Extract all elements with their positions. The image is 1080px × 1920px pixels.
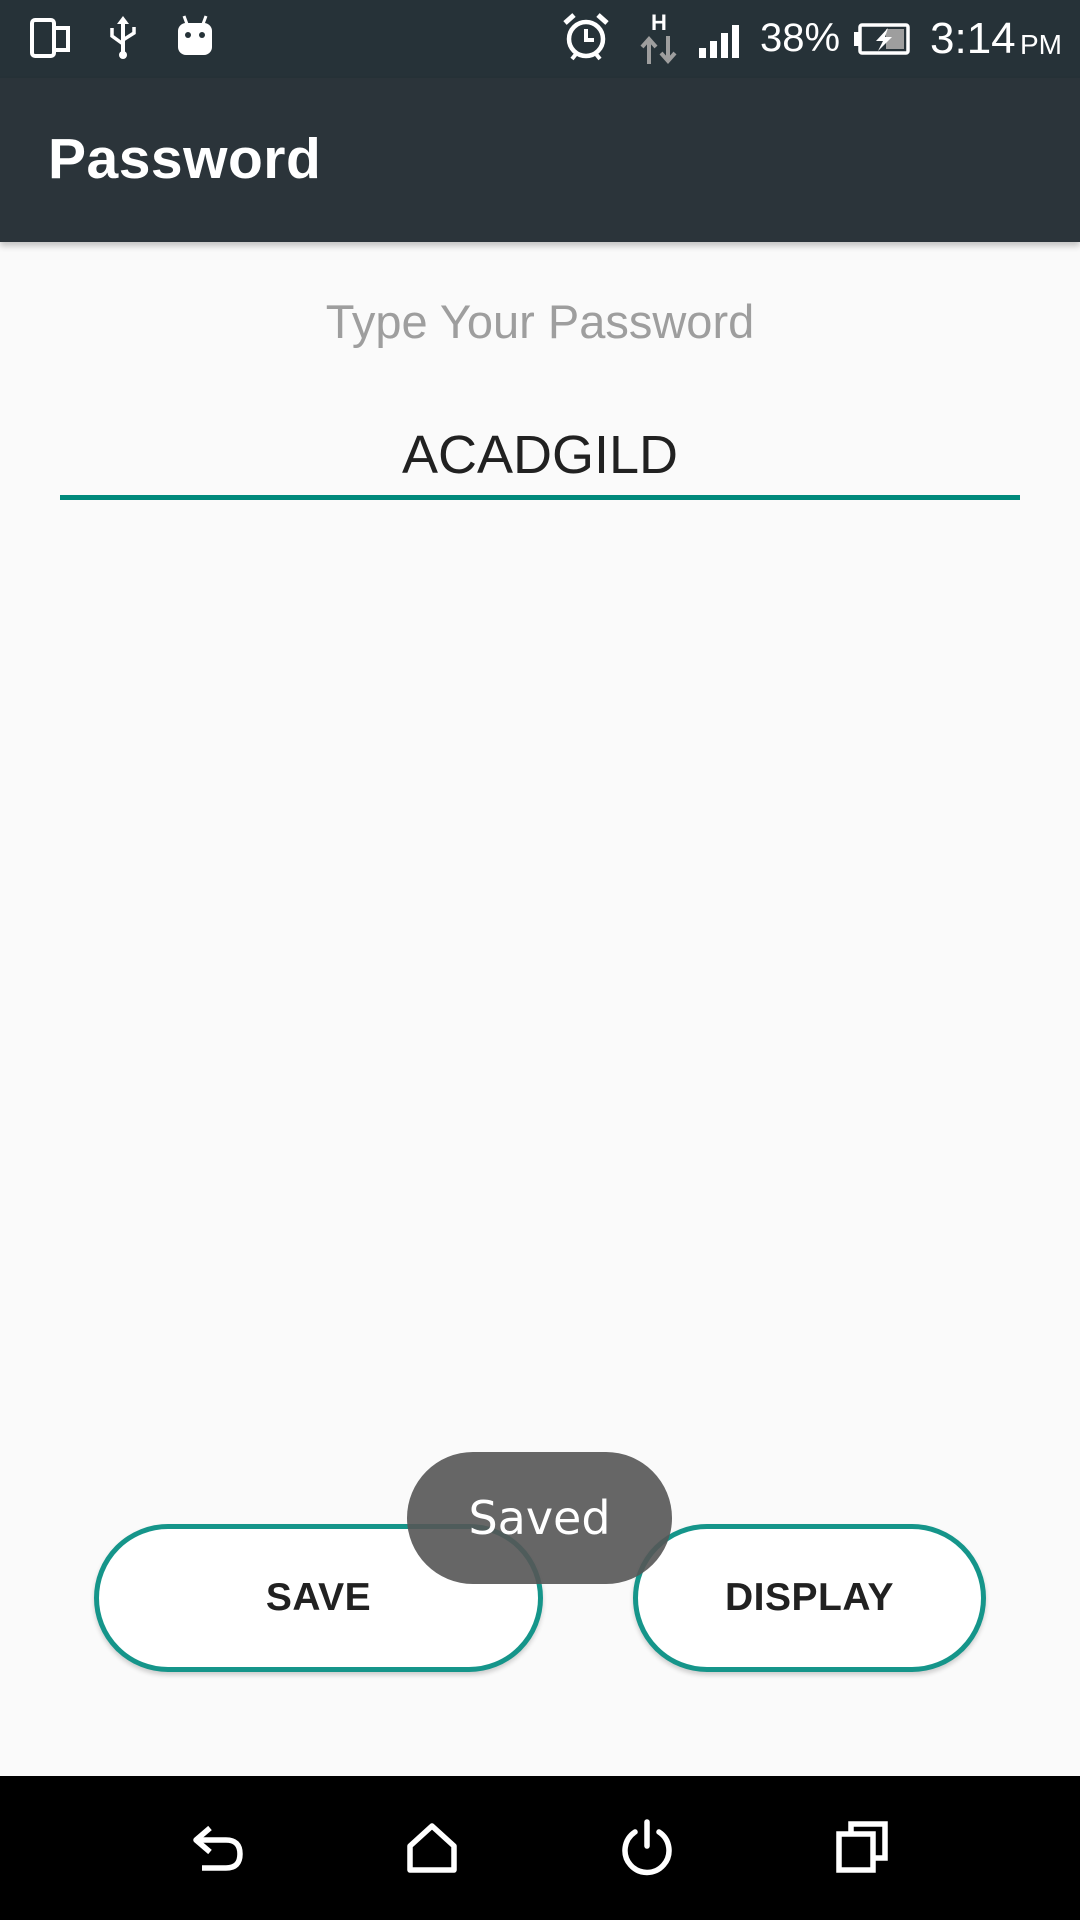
- android-icon: [176, 14, 214, 63]
- navigation-bar: [0, 1776, 1080, 1920]
- recents-button[interactable]: [823, 1808, 903, 1888]
- status-bar: H 38% 3:14 PM: [0, 0, 1080, 78]
- display-button[interactable]: DISPLAY: [633, 1524, 986, 1672]
- battery-percent: 38%: [760, 16, 841, 60]
- power-button[interactable]: [607, 1808, 687, 1888]
- back-button[interactable]: [178, 1808, 258, 1888]
- password-input[interactable]: ACADGILD: [60, 410, 1020, 500]
- clock-ampm: PM: [1020, 29, 1062, 60]
- usb-icon: [106, 14, 140, 65]
- alarm-icon: [562, 12, 610, 67]
- home-button[interactable]: [392, 1808, 472, 1888]
- app-bar: Password: [0, 78, 1080, 242]
- clock-time: 3:14: [930, 14, 1016, 63]
- page-title: Password: [48, 127, 322, 191]
- recents-icon: [836, 1821, 888, 1873]
- back-icon: [193, 1825, 243, 1871]
- power-icon: [622, 1819, 672, 1876]
- network-type-label: H: [651, 10, 667, 35]
- mobile-data-icon: H: [638, 10, 680, 71]
- home-icon: [407, 1823, 457, 1873]
- signal-icon: [698, 24, 742, 63]
- screen-mirror-icon: [30, 16, 72, 65]
- battery-charging-icon: [852, 22, 910, 61]
- password-hint-label: Type Your Password: [325, 295, 755, 348]
- saved-toast: Saved: [407, 1452, 672, 1584]
